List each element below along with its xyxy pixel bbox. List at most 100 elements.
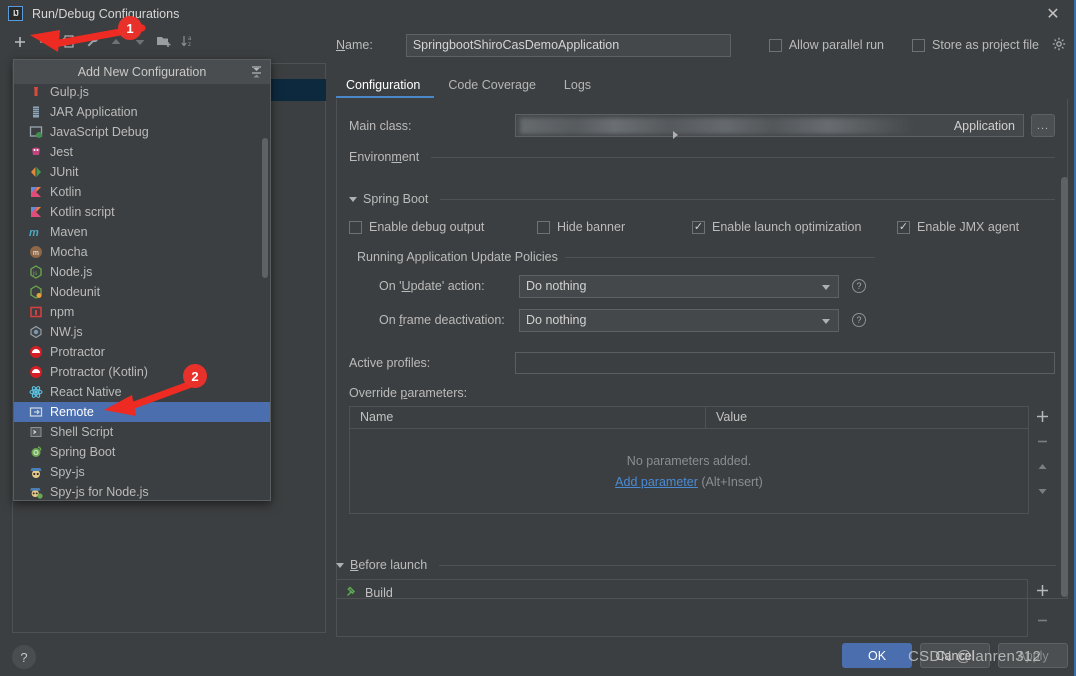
- tab-configuration[interactable]: Configuration: [336, 78, 435, 98]
- main-class-value: Application: [953, 118, 1015, 133]
- remove-parameter-button[interactable]: [1034, 434, 1050, 448]
- before-launch-section: Before launch Build: [336, 558, 1056, 637]
- divider: [431, 156, 1055, 158]
- move-parameter-up-button[interactable]: [1034, 459, 1050, 473]
- popup-item-kotlin[interactable]: Kotlin: [14, 182, 270, 202]
- spring-boot-section-header[interactable]: Spring Boot: [349, 192, 1055, 206]
- hide-banner-checkbox[interactable]: [537, 220, 550, 234]
- before-launch-item-build[interactable]: Build: [345, 585, 1027, 601]
- column-header-name: Name: [350, 407, 706, 428]
- enable-debug-output-row[interactable]: Enable debug output: [349, 220, 537, 234]
- new-folder-button[interactable]: [153, 31, 175, 53]
- override-parameters-table[interactable]: Name Value No parameters added. Add para…: [349, 406, 1029, 514]
- collapse-toggle-icon[interactable]: [249, 64, 263, 80]
- enable-jmx-agent-checkbox[interactable]: [897, 220, 910, 234]
- allow-parallel-run-row[interactable]: Allow parallel run: [768, 38, 885, 52]
- popup-item-shell-script[interactable]: Shell Script: [14, 422, 270, 442]
- enable-launch-optimization-row[interactable]: Enable launch optimization: [692, 220, 897, 234]
- copy-configuration-button[interactable]: [57, 31, 79, 53]
- frame-deactivation-label: On frame deactivation:: [379, 313, 505, 327]
- before-launch-list[interactable]: Build: [336, 579, 1028, 637]
- add-before-launch-task-button[interactable]: [1034, 583, 1050, 597]
- popup-item-label: Protractor (Kotlin): [50, 365, 148, 379]
- before-launch-side-buttons: [1028, 579, 1056, 637]
- close-icon[interactable]: ✕: [1030, 0, 1076, 27]
- popup-item-npm[interactable]: npm: [14, 302, 270, 322]
- browse-main-class-button[interactable]: ...: [1031, 114, 1055, 137]
- enable-debug-output-label: Enable debug output: [369, 220, 485, 234]
- help-icon[interactable]: ?: [852, 279, 866, 293]
- popup-item-react-native[interactable]: React Native: [14, 382, 270, 402]
- hide-banner-row[interactable]: Hide banner: [537, 220, 692, 234]
- allow-parallel-run-checkbox[interactable]: [768, 38, 782, 52]
- popup-item-protractor[interactable]: Protractor: [14, 342, 270, 362]
- move-parameter-down-button[interactable]: [1034, 484, 1050, 498]
- popup-item-spy-js[interactable]: Spy-js: [14, 462, 270, 482]
- edit-templates-button[interactable]: [81, 31, 103, 53]
- enable-launch-optimization-checkbox[interactable]: [692, 220, 705, 234]
- configuration-editor-panel: Name: Allow parallel run Store as projec…: [336, 32, 1068, 599]
- redacted-overlay: [520, 118, 916, 134]
- active-profiles-input[interactable]: [515, 352, 1055, 374]
- popup-item-mocha[interactable]: m Mocha: [14, 242, 270, 262]
- popup-item-label: Mocha: [50, 245, 88, 259]
- gear-icon[interactable]: [1052, 37, 1066, 54]
- store-as-project-file-row[interactable]: Store as project file: [912, 37, 1066, 54]
- tab-logs[interactable]: Logs: [550, 78, 605, 98]
- enable-debug-output-checkbox[interactable]: [349, 220, 362, 234]
- popup-item-nw-js[interactable]: NW.js: [14, 322, 270, 342]
- add-parameter-button[interactable]: [1034, 409, 1050, 423]
- frame-deactivation-select[interactable]: Do nothing: [519, 308, 839, 332]
- override-parameters-table-wrap: Name Value No parameters added. Add para…: [349, 406, 1055, 514]
- enable-launch-optimization-label: Enable launch optimization: [712, 220, 862, 234]
- popup-item-maven[interactable]: m Maven: [14, 222, 270, 242]
- add-configuration-button[interactable]: [9, 31, 31, 53]
- add-parameter-row: Add parameter (Alt+Insert): [615, 475, 763, 489]
- chevron-down-icon: [349, 196, 357, 202]
- help-icon[interactable]: ?: [852, 313, 866, 327]
- popup-item-remote[interactable]: Remote: [14, 402, 270, 422]
- popup-item-nodeunit[interactable]: Nodeunit: [14, 282, 270, 302]
- cancel-button[interactable]: Cancel: [920, 643, 990, 668]
- tab-code-coverage[interactable]: Code Coverage: [434, 78, 550, 98]
- remove-before-launch-task-button[interactable]: [1034, 613, 1050, 627]
- popup-item-gulp-js[interactable]: Gulp.js: [14, 84, 270, 102]
- popup-item-kotlin-script[interactable]: Kotlin script: [14, 202, 270, 222]
- before-launch-header[interactable]: Before launch: [336, 558, 1056, 572]
- chevron-down-icon: [822, 284, 830, 290]
- editor-tabs: Configuration Code Coverage Logs: [336, 70, 1068, 98]
- popup-item-protractor-kotlin[interactable]: Protractor (Kotlin): [14, 362, 270, 382]
- popup-item-junit[interactable]: JUnit: [14, 162, 270, 182]
- remove-configuration-button[interactable]: [33, 31, 55, 53]
- environment-label: Environment: [349, 150, 420, 164]
- content-scrollbar[interactable]: [1061, 177, 1068, 597]
- popup-item-node-js[interactable]: js Node.js: [14, 262, 270, 282]
- update-action-label: On 'Update' action:: [379, 279, 485, 293]
- add-parameter-link[interactable]: Add parameter: [615, 475, 698, 489]
- apply-button[interactable]: Apply: [998, 643, 1068, 668]
- store-as-project-file-checkbox[interactable]: [912, 38, 926, 52]
- popup-item-spring-boot[interactable]: Spring Boot: [14, 442, 270, 462]
- popup-item-spy-js-for-node-js[interactable]: Spy-js for Node.js: [14, 482, 270, 500]
- configuration-name-input[interactable]: [405, 33, 731, 57]
- popup-item-javascript-debug[interactable]: JavaScript Debug: [14, 122, 270, 142]
- intellij-logo-icon: IJ: [8, 6, 23, 21]
- allow-parallel-run-label: Allow parallel run: [788, 38, 885, 52]
- popup-scrollbar[interactable]: [262, 138, 268, 278]
- help-button[interactable]: ?: [12, 645, 36, 669]
- table-empty-state: No parameters added. Add parameter (Alt+…: [350, 429, 1028, 513]
- chevron-right-icon: [673, 131, 678, 139]
- popup-item-jar-application[interactable]: JAR Application: [14, 102, 270, 122]
- update-action-select[interactable]: Do nothing: [519, 274, 839, 298]
- enable-jmx-agent-row[interactable]: Enable JMX agent: [897, 220, 1019, 234]
- ok-button[interactable]: OK: [842, 643, 912, 668]
- popup-item-label: Kotlin: [50, 185, 82, 199]
- main-class-input[interactable]: Application: [515, 114, 1024, 137]
- sort-configurations-button[interactable]: a z: [177, 31, 199, 53]
- add-new-configuration-popup: Add New Configuration Gulp.js JAR Applica…: [13, 59, 271, 501]
- main-class-label: Main class:: [349, 118, 412, 133]
- popup-item-jest[interactable]: Jest: [14, 142, 270, 162]
- environment-section-header[interactable]: Environment: [349, 131, 1055, 164]
- enable-jmx-agent-label: Enable JMX agent: [917, 220, 1020, 234]
- configuration-type-list[interactable]: Gulp.js JAR Application JavaScript Debug Je…: [14, 84, 270, 500]
